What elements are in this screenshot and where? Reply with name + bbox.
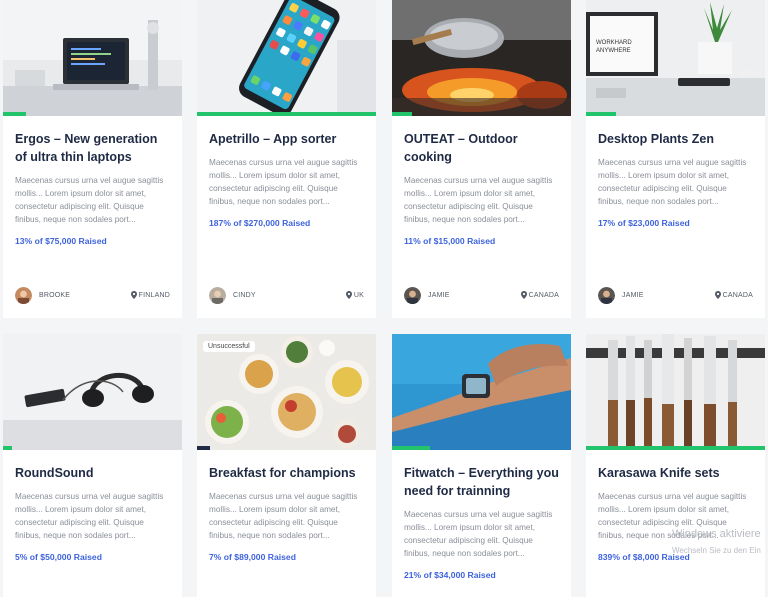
card-footer: CINDY UK <box>209 286 364 304</box>
campaign-image[interactable] <box>197 0 376 116</box>
knife-set-photo <box>586 334 765 450</box>
card-description: Maecenas cursus urna vel augue sagittis … <box>209 492 358 540</box>
map-pin-icon <box>714 291 721 299</box>
campfire-pot-photo <box>392 0 571 116</box>
author[interactable]: JAMIE <box>598 286 644 304</box>
funding-progress-bar <box>392 446 571 450</box>
location-name: UK <box>353 291 364 299</box>
location: UK <box>345 291 364 299</box>
desk-plant-photo: WORKHARD ANYWHERE <box>586 0 765 116</box>
map-pin-icon <box>520 291 527 299</box>
smartwatch-photo <box>392 334 571 450</box>
campaign-image[interactable]: WORKHARD ANYWHERE <box>586 0 765 116</box>
funding-progress-bar <box>197 112 376 116</box>
card-title[interactable]: Apetrillo – App sorter <box>209 130 364 148</box>
campaign-card-karasawa[interactable]: Karasawa Knife sets Maecenas cursus urna… <box>586 334 765 597</box>
avatar <box>15 286 32 304</box>
card-title[interactable]: Fitwatch – Everything you need for train… <box>404 464 559 500</box>
avatar <box>404 286 421 304</box>
svg-text:ANYWHERE: ANYWHERE <box>596 48 631 54</box>
funding-progress-bar <box>392 112 571 116</box>
card-description: Maecenas cursus urna vel augue sagittis … <box>404 176 553 224</box>
funding-progress-bar <box>586 446 765 450</box>
raised-amount: 7% of $89,000 Raised <box>209 552 296 562</box>
campaign-image[interactable] <box>392 0 571 116</box>
card-description: Maecenas cursus urna vel augue sagittis … <box>15 176 164 224</box>
card-title[interactable]: OUTEAT – Outdoor cooking <box>404 130 559 166</box>
smartphone-photo <box>197 0 376 116</box>
raised-amount: 11% of $15,000 Raised <box>404 236 496 246</box>
author[interactable]: JAMIE <box>404 286 450 304</box>
funding-progress-bar <box>3 112 182 116</box>
card-title[interactable]: RoundSound <box>15 464 170 482</box>
card-title[interactable]: Ergos – New generation of ultra thin lap… <box>15 130 170 166</box>
funding-progress-bar <box>3 446 182 450</box>
author-name: JAMIE <box>622 291 644 299</box>
avatar <box>209 286 226 304</box>
map-pin-icon <box>345 291 352 299</box>
raised-amount: 5% of $50,000 Raised <box>15 552 102 562</box>
card-title[interactable]: Breakfast for champions <box>209 464 364 482</box>
location: CANADA <box>714 291 753 299</box>
raised-amount: 21% of $34,000 Raised <box>404 570 496 580</box>
campaign-image[interactable] <box>392 334 571 450</box>
funding-progress-bar <box>586 112 765 116</box>
campaign-image[interactable]: Unsuccessful <box>197 334 376 450</box>
card-footer: JAMIE CANADA <box>598 286 753 304</box>
location: CANADA <box>520 291 559 299</box>
funding-progress-bar <box>197 446 376 450</box>
card-description: Maecenas cursus urna vel augue sagittis … <box>15 492 164 540</box>
campaign-image[interactable] <box>3 0 182 116</box>
card-description: Maecenas cursus urna vel augue sagittis … <box>209 158 358 206</box>
card-description: Maecenas cursus urna vel augue sagittis … <box>404 510 553 558</box>
campaign-card-outeat[interactable]: OUTEAT – Outdoor cooking Maecenas cursus… <box>392 0 571 318</box>
raised-amount: 17% of $23,000 Raised <box>598 218 690 228</box>
location-name: FINLAND <box>138 291 170 299</box>
author[interactable]: CINDY <box>209 286 256 304</box>
campaign-image[interactable] <box>3 334 182 450</box>
campaign-card-apetrillo[interactable]: Apetrillo – App sorter Maecenas cursus u… <box>197 0 376 318</box>
raised-amount: 13% of $75,000 Raised <box>15 236 107 246</box>
author-name: JAMIE <box>428 291 450 299</box>
card-footer: JAMIE CANADA <box>404 286 559 304</box>
card-footer: BROOKE FINLAND <box>15 286 170 304</box>
card-description: Maecenas cursus urna vel augue sagittis … <box>598 158 747 206</box>
campaign-image[interactable] <box>586 334 765 450</box>
raised-amount: 187% of $270,000 Raised <box>209 218 311 228</box>
author-name: BROOKE <box>39 291 71 299</box>
campaign-card-desktop-plants[interactable]: WORKHARD ANYWHERE Desktop Plants Zen Mae… <box>586 0 765 318</box>
location-name: CANADA <box>722 291 753 299</box>
map-pin-icon <box>130 291 137 299</box>
headphones-photo <box>3 334 182 450</box>
location-name: CANADA <box>528 291 559 299</box>
status-badge: Unsuccessful <box>203 341 255 352</box>
card-title[interactable]: Karasawa Knife sets <box>598 464 753 482</box>
svg-text:WORKHARD: WORKHARD <box>596 40 632 46</box>
windows-activation-hint: Wechseln Sie zu den Ein <box>672 546 761 555</box>
campaign-card-breakfast[interactable]: Unsuccessful Breakfast for champions Mae… <box>197 334 376 597</box>
campaign-card-roundsound[interactable]: RoundSound Maecenas cursus urna vel augu… <box>3 334 182 597</box>
campaign-card-fitwatch[interactable]: Fitwatch – Everything you need for train… <box>392 334 571 597</box>
avatar <box>598 286 615 304</box>
laptop-desk-photo <box>3 0 182 116</box>
author[interactable]: BROOKE <box>15 286 71 304</box>
campaign-card-ergos[interactable]: Ergos – New generation of ultra thin lap… <box>3 0 182 318</box>
author-name: CINDY <box>233 291 256 299</box>
card-title[interactable]: Desktop Plants Zen <box>598 130 753 148</box>
location: FINLAND <box>130 291 170 299</box>
windows-activation-watermark: Windows aktiviere <box>672 528 761 540</box>
